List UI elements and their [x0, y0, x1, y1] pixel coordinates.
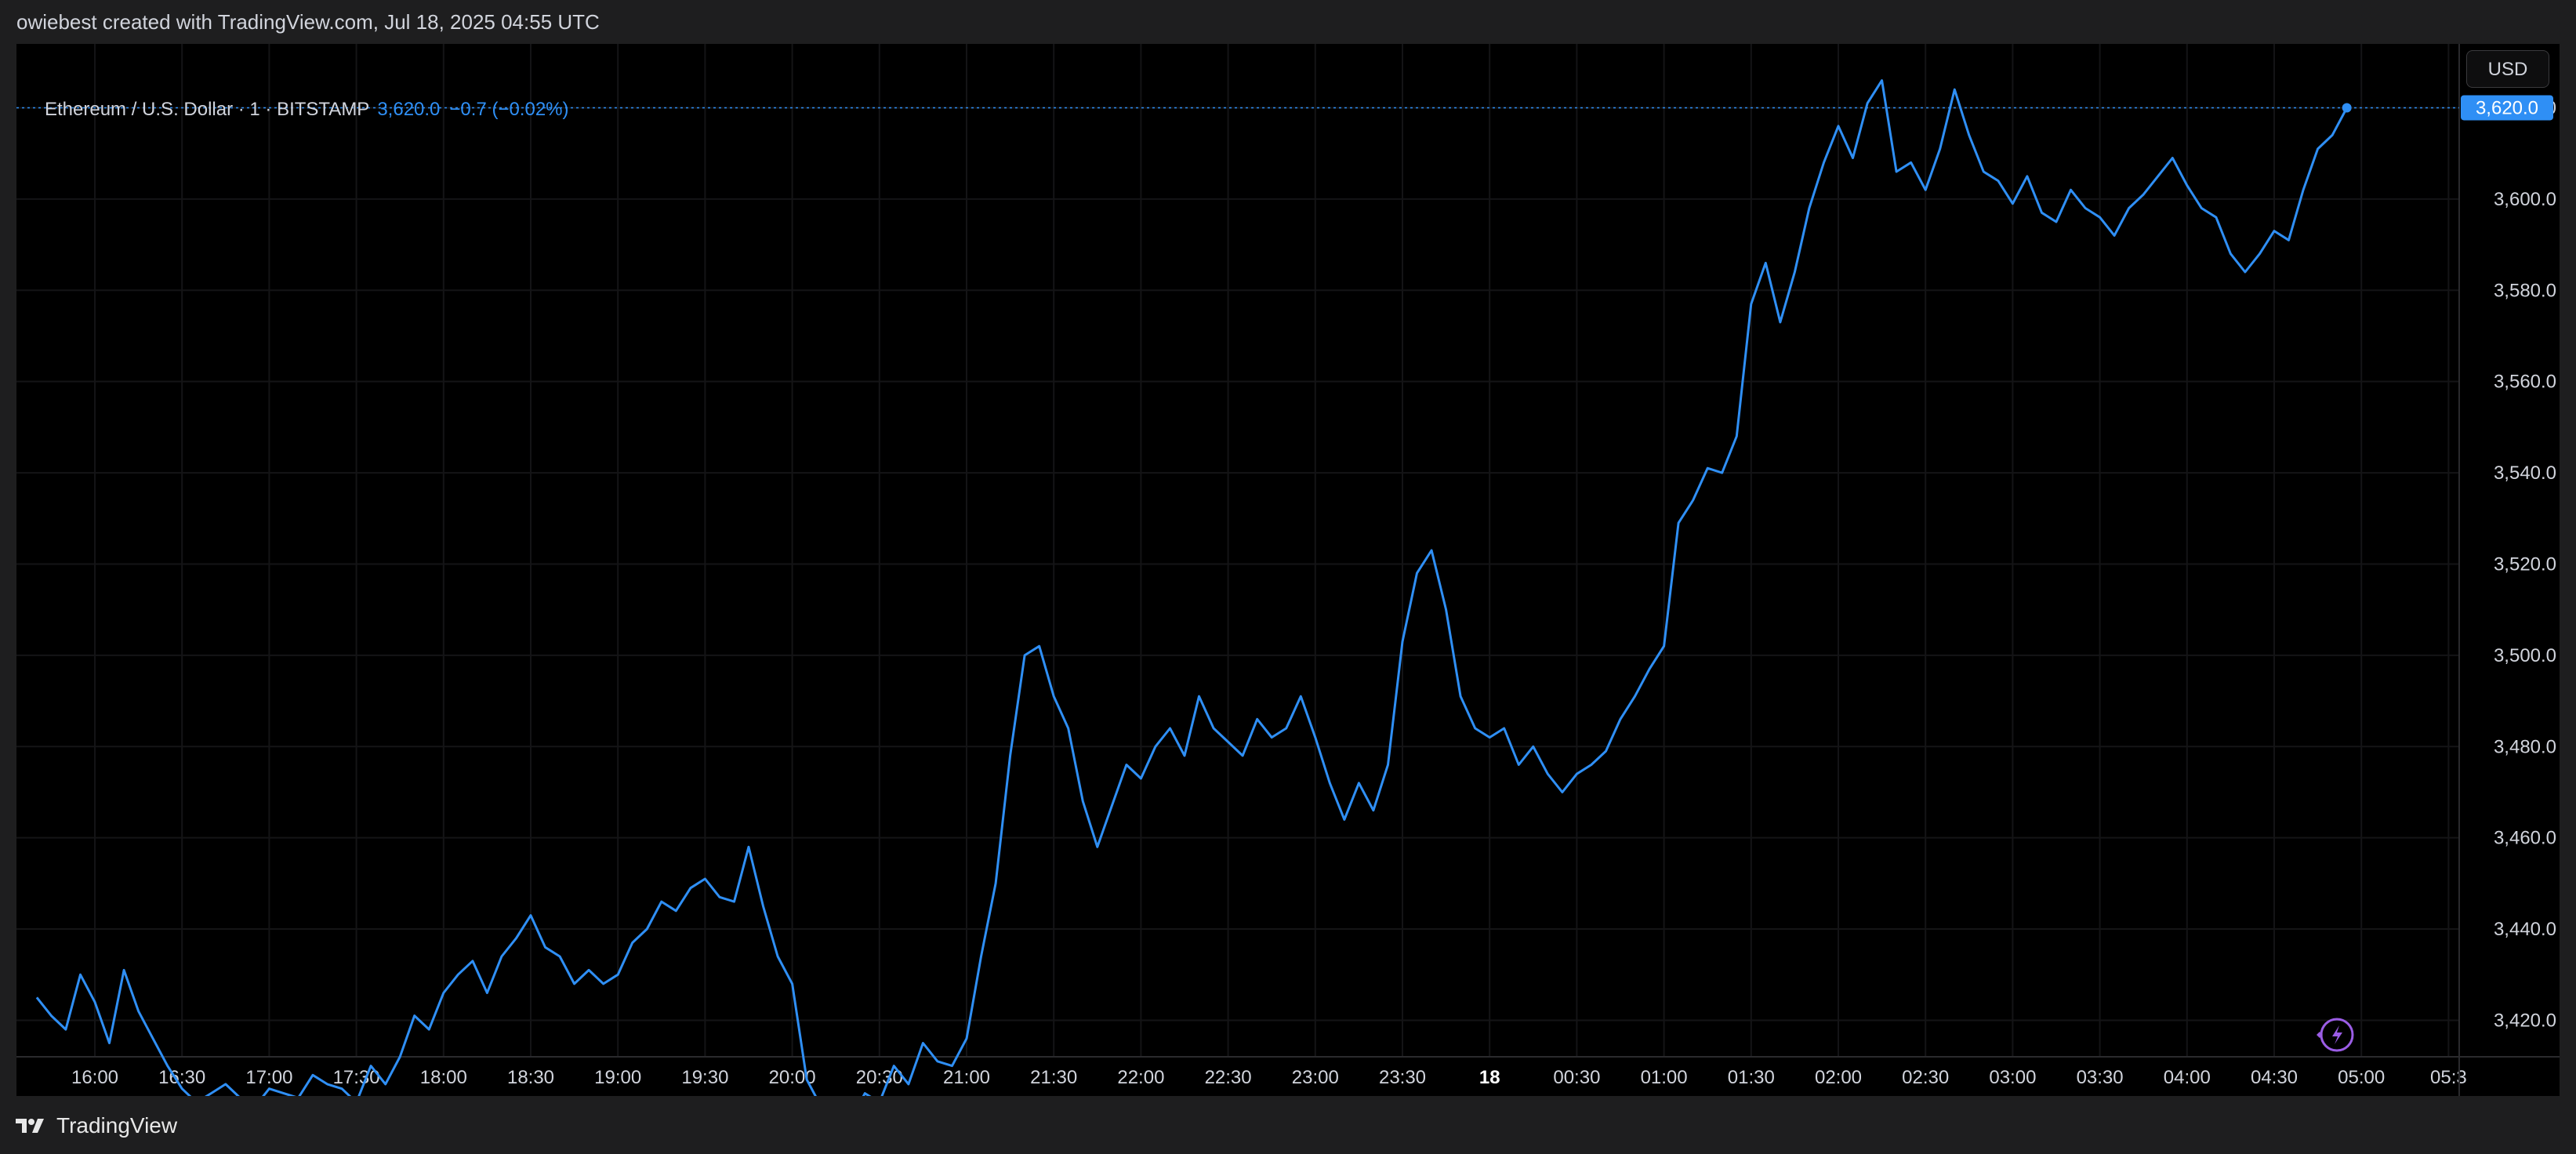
y-tick-label: 3,500.0 — [2494, 645, 2556, 666]
x-tick-label: 03:00 — [1989, 1067, 2036, 1088]
x-tick-label: 21:00 — [943, 1067, 990, 1088]
bolt-sparkle-icon[interactable] — [2317, 1018, 2354, 1052]
x-tick-label: 23:00 — [1292, 1067, 1339, 1088]
x-tick-label: 22:30 — [1205, 1067, 1252, 1088]
y-tick-label: 3,440.0 — [2494, 919, 2556, 940]
last-price-tag: 3,620.0 — [2461, 95, 2553, 121]
y-tick-label: 3,560.0 — [2494, 372, 2556, 393]
x-tick-label: 02:30 — [1902, 1067, 1949, 1088]
y-tick-label: 3,420.0 — [2494, 1010, 2556, 1031]
tradingview-brand-label: TradingView — [56, 1113, 178, 1138]
y-tick-label: 3,520.0 — [2494, 553, 2556, 575]
x-tick-label: 05:3 — [2430, 1067, 2467, 1088]
x-tick-label: 00:30 — [1553, 1067, 1600, 1088]
y-tick-label: 3,460.0 — [2494, 828, 2556, 849]
x-tick-label: 21:30 — [1030, 1067, 1077, 1088]
x-tick-label: 01:30 — [1728, 1067, 1775, 1088]
x-tick-label: 22:00 — [1117, 1067, 1164, 1088]
x-tick-label: 16:00 — [71, 1067, 118, 1088]
top-bar: owiebest created with TradingView.com, J… — [0, 0, 2576, 44]
x-tick-label: 17:00 — [245, 1067, 292, 1088]
x-tick-label: 18 — [1479, 1067, 1500, 1088]
price-line — [35, 79, 2349, 1096]
y-tick-label: 3,480.0 — [2494, 736, 2556, 757]
credit-text: owiebest created with TradingView.com, J… — [16, 10, 600, 34]
x-tick-label: 03:30 — [2077, 1067, 2124, 1088]
x-tick-label: 23:30 — [1379, 1067, 1426, 1088]
x-tick-label: 16:30 — [158, 1067, 205, 1088]
x-tick-label: 04:00 — [2164, 1067, 2211, 1088]
x-tick-label: 01:00 — [1641, 1067, 1688, 1088]
x-tick-label: 19:00 — [594, 1067, 641, 1088]
price-chart[interactable]: 3,420.0 3,440.0 3,460.0 3,480.0 3,500.0 3,520… — [16, 44, 2560, 1096]
x-tick-label: 19:30 — [681, 1067, 728, 1088]
footer — [0, 1096, 2576, 1154]
x-tick-label: 04:30 — [2251, 1067, 2298, 1088]
y-tick-label: 3,540.0 — [2494, 463, 2556, 484]
tradingview-logo-icon — [16, 1117, 49, 1134]
last-price-label: 3,620.0 — [2476, 97, 2538, 118]
x-tick-label: 18:00 — [420, 1067, 467, 1088]
price-change: −0.7 (−0.02%) — [449, 99, 569, 120]
chart-panel[interactable]: 3,420.0 3,440.0 3,460.0 3,480.0 3,500.0 3,520… — [16, 44, 2560, 1096]
tradingview-brand[interactable]: TradingView — [16, 1113, 177, 1138]
symbol-legend: Ethereum / U.S. Dollar · 1 · BITSTAMP 3,6… — [45, 99, 569, 121]
last-price: 3,620.0 — [377, 99, 441, 120]
symbol-title: Ethereum / U.S. Dollar · 1 · BITSTAMP — [45, 99, 370, 120]
x-tick-label: 18:30 — [507, 1067, 554, 1088]
y-tick-label: 3,580.0 — [2494, 280, 2556, 301]
x-tick-label: 02:00 — [1815, 1067, 1862, 1088]
x-tick-label: 05:00 — [2338, 1067, 2385, 1088]
y-tick-label: 3,600.0 — [2494, 189, 2556, 210]
currency-button[interactable]: USD — [2466, 50, 2549, 88]
